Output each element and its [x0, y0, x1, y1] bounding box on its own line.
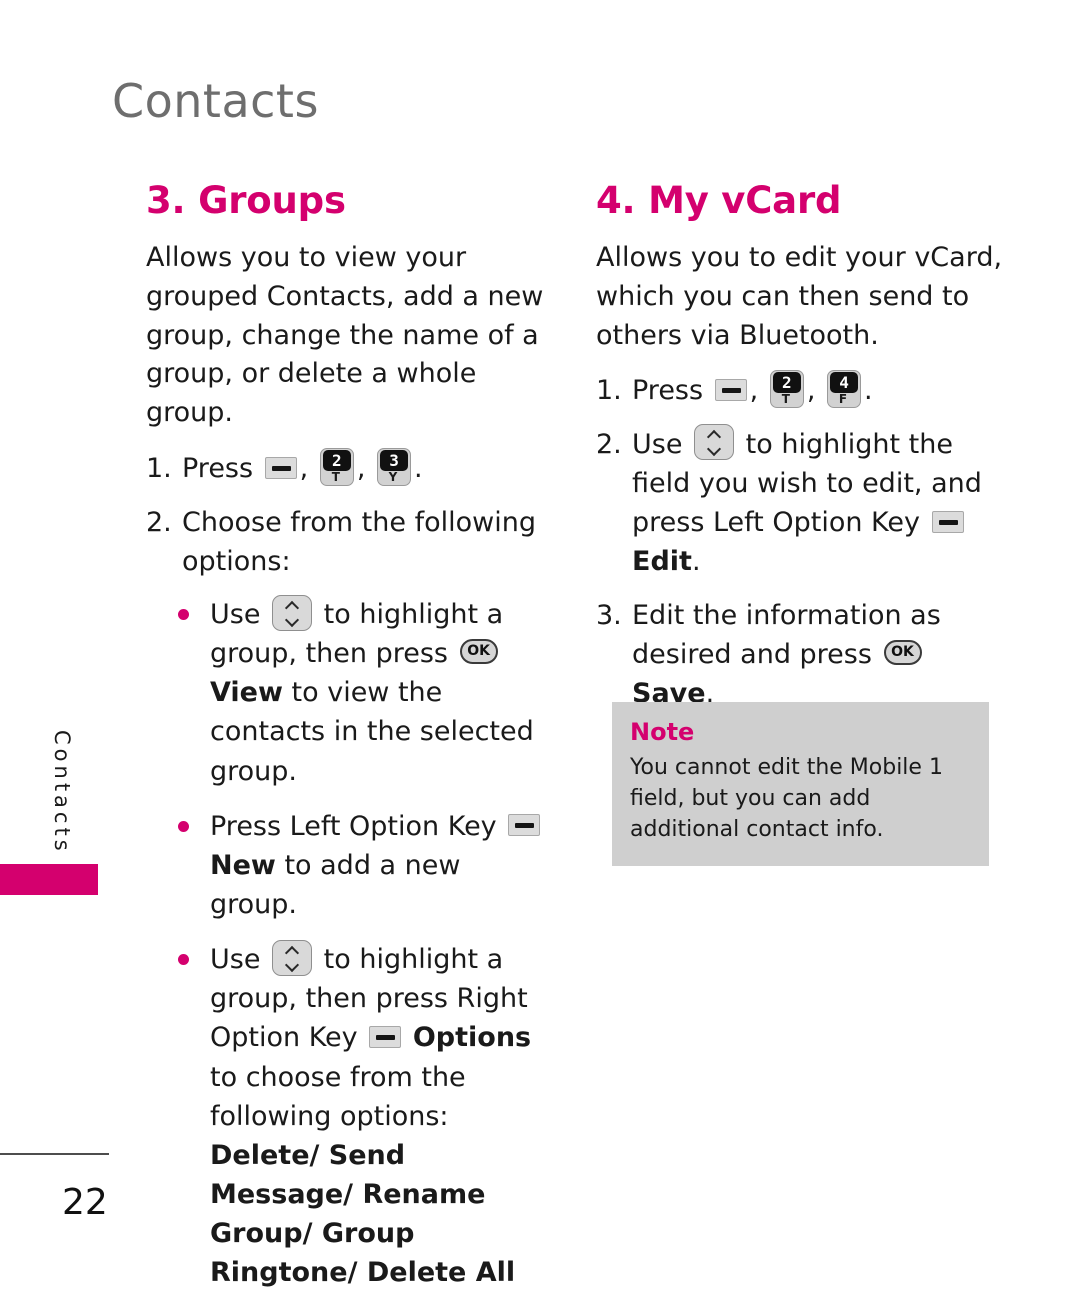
ok-key-icon: OK: [459, 639, 498, 665]
section-intro-my-vcard: Allows you to edit your vCard, which you…: [596, 241, 1003, 351]
navigation-key-icon: [694, 424, 735, 461]
comma-separator: ,: [356, 453, 366, 485]
step-text-end: .: [691, 546, 701, 578]
note-body: You cannot edit the Mobile 1 field, but …: [630, 755, 943, 843]
number-key-letter: T: [331, 469, 340, 484]
page-title: Contacts: [112, 74, 319, 128]
option-key-icon: [714, 378, 747, 401]
bullet-options-list: Delete/ Send Message/ Rename Group/ Grou…: [210, 1139, 516, 1289]
number-key-digit: 4: [830, 371, 859, 393]
list-item: Use to highlight a group, then press OK …: [176, 594, 554, 791]
step-number: 2.: [596, 428, 622, 460]
chevron-down-icon: [286, 962, 298, 969]
step-item: 2. Use to highlight the field you wish t…: [596, 424, 1004, 582]
step-text: Use: [632, 428, 683, 460]
step-number: 1.: [146, 453, 172, 485]
note-title: Note: [630, 718, 695, 746]
bullet-text-part1: Press Left Option Key: [210, 810, 497, 842]
number-key-3: 3 Y: [377, 447, 412, 486]
comma-separator: ,: [806, 375, 816, 407]
step-text-end: .: [864, 375, 873, 407]
option-key-icon: [369, 1025, 402, 1048]
step-text: Choose from the following options:: [182, 506, 536, 577]
bullet-bold-label: New: [210, 849, 276, 881]
step-text-mid: to highlight the field you wish to edit,…: [632, 428, 982, 539]
bullet-text-part1: Use: [210, 599, 261, 630]
bullet-text-part1: Use: [210, 944, 261, 976]
bullet-text-part3: to choose from the following options:: [210, 1061, 466, 1132]
footer-divider: [0, 1153, 109, 1155]
right-column: 4. My vCard Allows you to edit your vCar…: [596, 179, 1004, 727]
note-box: Note You cannot edit the Mobile 1 field,…: [612, 702, 989, 866]
number-key-digit: 3: [380, 449, 409, 471]
bullet-dot-icon: [178, 954, 189, 966]
option-key-icon: [931, 510, 964, 533]
step-bold-label: Edit: [632, 546, 692, 578]
step-text-end: .: [414, 453, 423, 485]
bullet-list-groups: Use to highlight a group, then press OK …: [146, 594, 554, 1292]
comma-separator: ,: [299, 453, 309, 485]
chevron-down-icon: [286, 617, 298, 624]
option-key-icon: [508, 814, 541, 837]
number-key-4: 4 F: [827, 369, 862, 408]
number-key-2: 2 T: [319, 447, 354, 486]
step-number: 3.: [596, 599, 622, 631]
step-item: 2. Choose from the following options:: [146, 503, 554, 581]
side-tab-marker: [0, 864, 98, 895]
section-heading-my-vcard: 4. My vCard: [596, 179, 842, 222]
navigation-key-icon: [272, 594, 313, 631]
bullet-dot-icon: [178, 609, 189, 620]
step-item: 3. Edit the information as desired and p…: [596, 596, 1004, 713]
number-key-2: 2 T: [769, 369, 804, 408]
left-column: 3. Groups Allows you to view your groupe…: [146, 179, 554, 1308]
number-key-letter: Y: [388, 469, 398, 484]
section-heading-groups: 3. Groups: [146, 179, 346, 222]
comma-separator: ,: [749, 375, 759, 407]
page-number: 22: [62, 1182, 108, 1223]
list-item: Use to highlight a group, then press Rig…: [176, 939, 554, 1292]
number-key-letter: T: [781, 391, 790, 406]
side-tab-label: Contacts: [50, 730, 74, 855]
number-key-digit: 2: [772, 371, 801, 393]
chevron-up-icon: [708, 431, 720, 438]
chevron-up-icon: [286, 602, 298, 609]
step-text: Press: [182, 453, 254, 485]
option-key-icon: [264, 456, 297, 479]
step-number: 1.: [596, 375, 622, 407]
number-key-letter: F: [838, 391, 848, 406]
chevron-down-icon: [708, 446, 720, 453]
ok-key-icon: OK: [883, 639, 922, 665]
navigation-key-icon: [272, 939, 313, 976]
bullet-bold-label: Options: [412, 1022, 532, 1054]
step-item: 1. Press , 2 T , 3 Y .: [146, 447, 554, 489]
number-key-digit: 2: [322, 449, 351, 471]
chevron-up-icon: [286, 947, 298, 954]
steps-list-my-vcard: 1. Press , 2 T , 4 F . 2. Use to highlig…: [596, 369, 1004, 713]
section-intro-groups: Allows you to view your grouped Contacts…: [146, 241, 544, 429]
steps-list-groups: 1. Press , 2 T , 3 Y . 2. Choose from th…: [146, 447, 554, 581]
bullet-dot-icon: [178, 820, 189, 832]
list-item: Press Left Option Key New to add a new g…: [176, 807, 554, 924]
step-text: Press: [632, 375, 704, 407]
step-number: 2.: [146, 506, 172, 538]
bullet-bold-label: View: [210, 677, 283, 709]
side-tab: Contacts: [0, 700, 110, 910]
step-item: 1. Press , 2 T , 4 F .: [596, 369, 1004, 411]
